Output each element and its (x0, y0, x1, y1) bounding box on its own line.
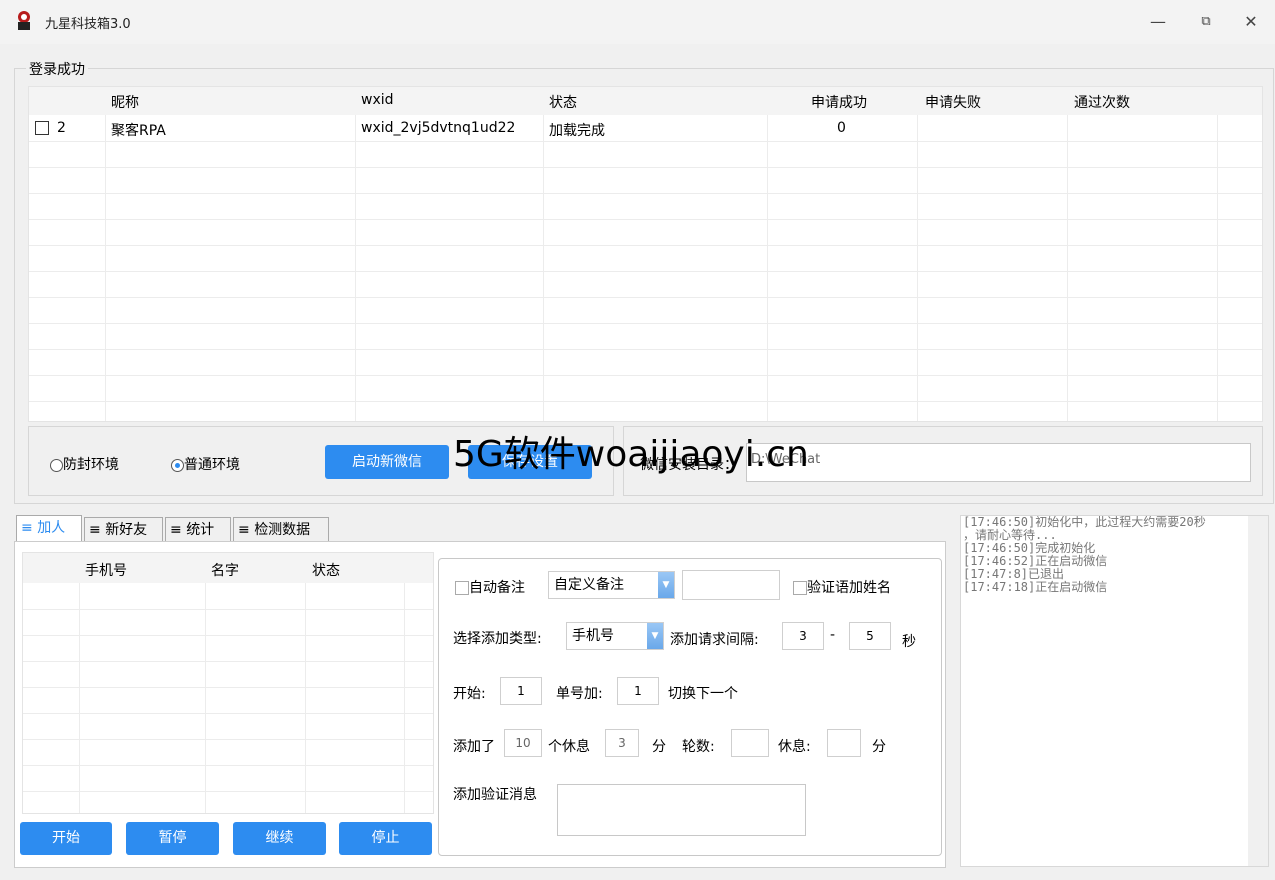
col-phone-status: 状态 (312, 563, 340, 579)
window-title: 九星科技箱3.0 (45, 17, 131, 32)
col-status: 状态 (549, 95, 577, 111)
row-nickname: 聚客RPA (111, 123, 166, 139)
restore-button[interactable]: ⧉ (1191, 10, 1221, 34)
account-table[interactable]: 昵称 wxid 状态 申请成功 申请失败 通过次数 2 聚客RPA wxid_2… (28, 86, 1263, 422)
log-panel[interactable]: [17:46:50]初始化中，此过程大约需要20秒 ，请耐心等待... [17:… (960, 515, 1269, 867)
type-label: 选择添加类型: (453, 631, 542, 647)
add-step-input[interactable]: 1 (617, 677, 659, 705)
auto-remark-label: 自动备注 (469, 580, 525, 596)
type-select[interactable]: 手机号 ▼ (566, 622, 664, 650)
tab-add-people[interactable]: ≡ 加人 (16, 515, 82, 541)
rest-after-label: 个休息 (548, 739, 590, 755)
remark-select[interactable]: 自定义备注 ▼ (548, 571, 675, 599)
seconds-label: 秒 (902, 634, 916, 650)
layers-icon: ≡ (89, 522, 101, 538)
verify-msg-label: 添加验证消息 (453, 787, 537, 803)
col-success: 申请成功 (811, 95, 867, 111)
chevron-down-icon: ▼ (658, 572, 674, 598)
remark-input[interactable] (682, 570, 780, 600)
add-step-label: 单号加: (556, 686, 603, 702)
interval-label: 添加请求间隔: (670, 632, 759, 648)
row-checkbox[interactable] (35, 120, 49, 136)
col-wxid: wxid (361, 92, 394, 108)
rest-minutes-input[interactable]: 3 (605, 729, 639, 757)
rounds-input[interactable] (731, 729, 769, 757)
remark-select-value: 自定义备注 (554, 577, 624, 593)
minutes-label-2: 分 (872, 739, 886, 755)
radio-normal[interactable]: 普通环境 (171, 454, 240, 474)
radio-anti-ban[interactable]: 防封环境 (50, 454, 119, 474)
col-fail: 申请失败 (925, 95, 981, 111)
row-index: 2 (57, 120, 66, 136)
tab-new-friends[interactable]: ≡ 新好友 (84, 517, 163, 541)
stop-button[interactable]: 停止 (339, 822, 432, 855)
interval-dash: - (830, 627, 836, 643)
switch-next-label: 切换下一个 (668, 686, 738, 702)
interval-min-input[interactable]: 3 (782, 622, 824, 650)
tab-stats[interactable]: ≡ 统计 (165, 517, 231, 541)
verify-msg-textarea[interactable] (557, 784, 806, 836)
col-phone: 手机号 (85, 563, 127, 579)
break-input[interactable] (827, 729, 861, 757)
break-label: 休息: (778, 739, 811, 755)
title-bar: 九星科技箱3.0 — ⧉ ✕ (0, 0, 1275, 44)
app-logo-icon (18, 11, 30, 30)
phone-table[interactable]: 手机号 名字 状态 (22, 552, 434, 814)
close-button[interactable]: ✕ (1236, 10, 1266, 34)
layers-icon: ≡ (170, 522, 182, 538)
log-scrollbar[interactable] (1248, 516, 1268, 866)
interval-max-input[interactable]: 5 (849, 622, 891, 650)
radio-normal-label: 普通环境 (184, 457, 240, 473)
verify-name-label: 验证语加姓名 (807, 580, 891, 596)
phone-table-header: 手机号 名字 状态 (23, 553, 433, 583)
start-button[interactable]: 开始 (20, 822, 112, 855)
added-label: 添加了 (453, 739, 495, 755)
pause-button[interactable]: 暂停 (126, 822, 219, 855)
col-nickname: 昵称 (111, 95, 139, 111)
row-wxid: wxid_2vj5dvtnq1ud22 (361, 120, 516, 136)
tab-new-friends-label: 新好友 (105, 522, 148, 538)
chevron-down-icon: ▼ (647, 623, 663, 649)
col-pass: 通过次数 (1074, 95, 1130, 111)
account-table-header: 昵称 wxid 状态 申请成功 申请失败 通过次数 (29, 87, 1262, 115)
tab-add-label: 加人 (37, 520, 66, 536)
log-line: [17:47:18]正在启动微信 (963, 580, 1108, 594)
login-group-label: 登录成功 (26, 59, 88, 79)
start-input[interactable]: 1 (500, 677, 542, 705)
col-name: 名字 (211, 563, 239, 579)
row-status: 加载完成 (549, 123, 605, 139)
added-input[interactable]: 10 (504, 729, 542, 757)
minutes-label-1: 分 (652, 739, 666, 755)
watermark-text: 5G软件woaijiaoyi.cn (453, 434, 809, 475)
type-select-value: 手机号 (572, 628, 614, 644)
layers-icon: ≡ (21, 520, 33, 536)
rounds-label: 轮数: (682, 739, 715, 755)
row-success: 0 (837, 120, 846, 136)
radio-anti-label: 防封环境 (63, 457, 119, 473)
launch-wechat-button[interactable]: 启动新微信 (325, 445, 449, 479)
install-dir-input[interactable]: D:\WeChat (746, 443, 1251, 482)
start-label: 开始: (453, 686, 486, 702)
verify-name-checkbox[interactable]: 验证语加姓名 (793, 577, 891, 597)
resume-button[interactable]: 继续 (233, 822, 326, 855)
layers-icon: ≡ (238, 522, 250, 538)
tab-check-data[interactable]: ≡ 检测数据 (233, 517, 329, 541)
minimize-button[interactable]: — (1143, 10, 1173, 34)
auto-remark-checkbox[interactable]: 自动备注 (455, 577, 525, 597)
tab-stats-label: 统计 (186, 522, 215, 538)
tab-check-label: 检测数据 (254, 522, 311, 538)
